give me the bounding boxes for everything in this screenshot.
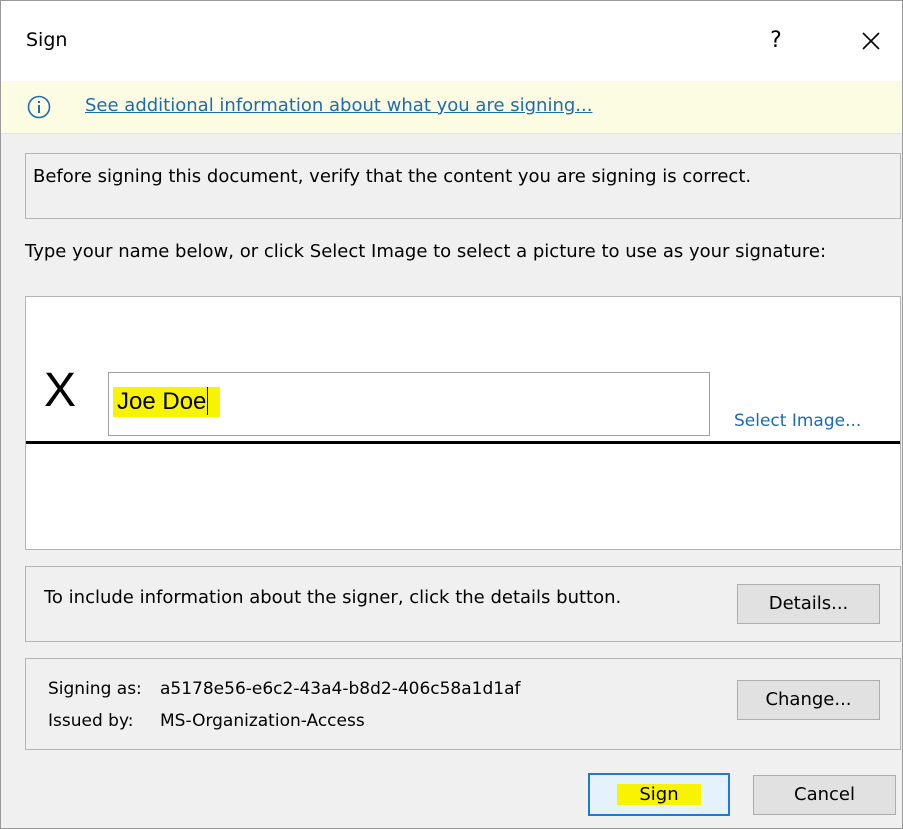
- verify-text: Before signing this document, verify tha…: [33, 166, 752, 187]
- signer-details-group: To include information about the signer,…: [25, 566, 901, 642]
- signature-value-highlight: Joe Doe: [113, 387, 221, 417]
- signature-name-input[interactable]: Joe Doe: [108, 372, 710, 436]
- details-text: To include information about the signer,…: [44, 587, 622, 608]
- sign-button-label: Sign: [617, 784, 701, 805]
- cancel-button[interactable]: Cancel: [753, 775, 896, 815]
- signature-instructions: Type your name below, or click Select Im…: [25, 241, 827, 262]
- issued-by-label: Issued by:: [48, 711, 134, 731]
- signing-as-row: Signing as: a5178e56-e6c2-43a4-b8d2-406c5…: [48, 679, 521, 699]
- verify-notice: Before signing this document, verify tha…: [25, 153, 901, 219]
- details-button[interactable]: Details...: [737, 584, 880, 624]
- info-icon: [27, 95, 51, 119]
- sign-button[interactable]: Sign: [588, 773, 730, 816]
- sign-dialog: Sign ? See additional information about …: [0, 0, 903, 829]
- change-button[interactable]: Change...: [737, 680, 880, 720]
- help-button[interactable]: ?: [761, 23, 791, 59]
- close-button[interactable]: [851, 21, 891, 61]
- signature-area: X Joe Doe Select Image...: [25, 296, 901, 550]
- select-image-link[interactable]: Select Image...: [734, 411, 861, 431]
- signing-as-value: a5178e56-e6c2-43a4-b8d2-406c58a1d1af: [160, 679, 521, 699]
- signature-line: [26, 441, 900, 444]
- text-caret: [207, 387, 209, 415]
- signature-value: Joe Doe: [117, 388, 207, 415]
- dialog-title: Sign: [26, 29, 68, 51]
- signing-certificate-group: Signing as: a5178e56-e6c2-43a4-b8d2-406c5…: [25, 658, 901, 750]
- additional-info-link[interactable]: See additional information about what yo…: [85, 95, 592, 116]
- signing-as-label: Signing as:: [48, 679, 142, 699]
- close-icon: [862, 32, 880, 50]
- title-bar: Sign ?: [1, 1, 902, 81]
- issued-by-row: Issued by: MS-Organization-Access: [48, 711, 365, 731]
- info-bar: See additional information about what yo…: [1, 81, 902, 134]
- signature-x-mark: X: [44, 364, 77, 417]
- issued-by-value: MS-Organization-Access: [160, 711, 365, 731]
